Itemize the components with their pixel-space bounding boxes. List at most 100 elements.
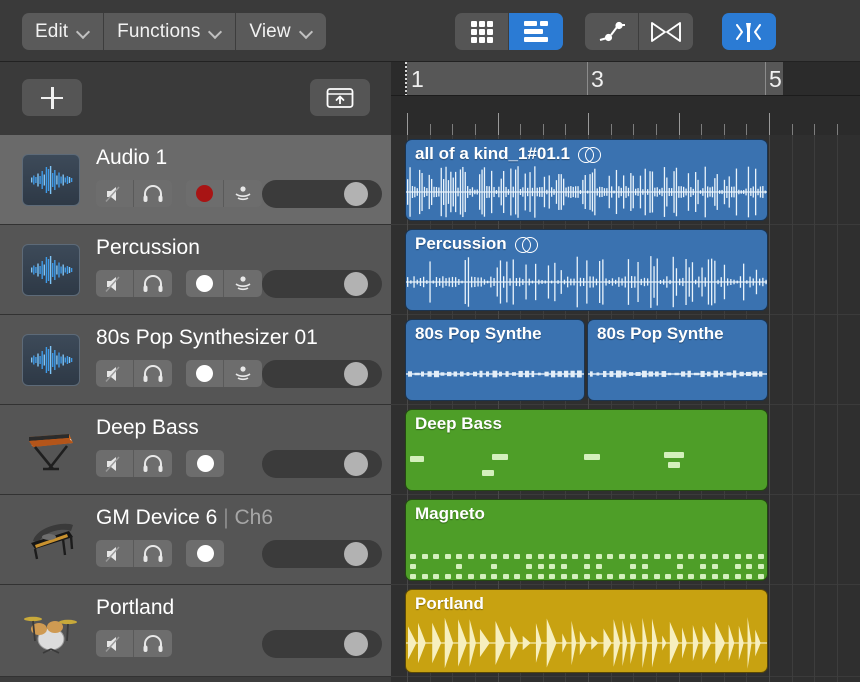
- volume-slider-knob[interactable]: [344, 452, 368, 476]
- track-button-row: [96, 540, 238, 567]
- view-mode-group: [455, 13, 563, 50]
- beat-tick: [520, 124, 521, 135]
- mute-button[interactable]: [96, 540, 134, 567]
- track-name-label[interactable]: Portland: [96, 595, 174, 621]
- drum-kit-icon[interactable]: [22, 604, 80, 656]
- solo-button[interactable]: [134, 360, 172, 387]
- solo-button[interactable]: [134, 180, 172, 207]
- track-name-label[interactable]: Percussion: [96, 235, 200, 261]
- automation-curve-icon: [597, 19, 627, 45]
- track-name-label[interactable]: Audio 1: [96, 145, 167, 171]
- edit-menu-button[interactable]: Edit: [22, 13, 104, 50]
- volume-slider-knob[interactable]: [344, 182, 368, 206]
- region-waveform: [406, 256, 767, 311]
- record-enable-button[interactable]: [186, 360, 224, 387]
- mute-button[interactable]: [96, 450, 134, 477]
- track-header-6[interactable]: Portland: [0, 585, 391, 677]
- region[interactable]: Percussion: [405, 229, 768, 311]
- midi-note: [549, 564, 555, 569]
- midi-note: [538, 574, 544, 579]
- region-title-text: 80s Pop Synthe: [415, 324, 542, 344]
- track-name-label[interactable]: Deep Bass: [96, 415, 199, 441]
- bar-ruler[interactable]: 135: [391, 62, 860, 135]
- synth-keyboard-icon[interactable]: [22, 424, 80, 476]
- track-header-5[interactable]: GM Device 6 | Ch6: [0, 495, 391, 585]
- track-header-4[interactable]: Deep Bass: [0, 405, 391, 495]
- automation-button[interactable]: [585, 13, 639, 50]
- input-monitor-button[interactable]: [224, 360, 262, 387]
- audio-waveform-icon[interactable]: [22, 334, 80, 386]
- record-enable-button[interactable]: [186, 180, 224, 207]
- volume-slider-knob[interactable]: [344, 272, 368, 296]
- track-name-label[interactable]: GM Device 6 | Ch6: [96, 505, 273, 531]
- input-monitor-button[interactable]: [224, 270, 262, 297]
- region-title: all of a kind_1#01.1: [415, 144, 600, 164]
- volume-slider[interactable]: [262, 270, 382, 298]
- volume-slider[interactable]: [262, 540, 382, 568]
- record-icon: [196, 365, 213, 382]
- beat-tick: [475, 124, 476, 135]
- bar-number-5: 5: [769, 64, 782, 94]
- list-view-button[interactable]: [509, 13, 563, 50]
- volume-slider[interactable]: [262, 630, 382, 658]
- functions-menu-button[interactable]: Functions: [104, 13, 236, 50]
- arrange-canvas[interactable]: all of a kind_1#01.1Percussion80s Pop Sy…: [391, 135, 860, 682]
- hide-tracks-button[interactable]: [310, 79, 370, 116]
- region[interactable]: Magneto: [405, 499, 768, 581]
- midi-note: [514, 574, 520, 579]
- volume-slider-knob[interactable]: [344, 542, 368, 566]
- region-waveform: [406, 350, 584, 401]
- mute-solo-group: [96, 630, 172, 657]
- add-track-button[interactable]: [22, 79, 82, 116]
- volume-slider[interactable]: [262, 180, 382, 208]
- flex-time-button[interactable]: [722, 13, 776, 50]
- solo-button[interactable]: [134, 540, 172, 567]
- grand-piano-icon[interactable]: [22, 514, 80, 566]
- beat-tick: [543, 124, 544, 135]
- region[interactable]: all of a kind_1#01.1: [405, 139, 768, 221]
- midi-note: [561, 554, 567, 559]
- view-menu-button[interactable]: View: [236, 13, 325, 50]
- mute-button[interactable]: [96, 180, 134, 207]
- crossfade-button[interactable]: [639, 13, 693, 50]
- mute-button[interactable]: [96, 630, 134, 657]
- record-group: [186, 450, 224, 477]
- region[interactable]: 80s Pop Synthe: [587, 319, 768, 401]
- track-header-1[interactable]: Audio 1: [0, 135, 391, 225]
- volume-slider-knob[interactable]: [344, 362, 368, 386]
- midi-note: [468, 554, 474, 559]
- volume-slider[interactable]: [262, 360, 382, 388]
- solo-button[interactable]: [134, 630, 172, 657]
- midi-note: [758, 554, 764, 559]
- beat-tick: [430, 124, 431, 135]
- midi-note: [596, 564, 602, 569]
- beat-tick: [452, 124, 453, 135]
- input-monitor-button[interactable]: [224, 180, 262, 207]
- beat-tick: [837, 124, 838, 135]
- track-header-2[interactable]: Percussion: [0, 225, 391, 315]
- grid-view-button[interactable]: [455, 13, 509, 50]
- midi-note-layer: [406, 500, 767, 580]
- region[interactable]: 80s Pop Synthe: [405, 319, 585, 401]
- mute-solo-group: [96, 180, 172, 207]
- record-enable-button[interactable]: [186, 270, 224, 297]
- midi-note: [445, 554, 451, 559]
- volume-slider[interactable]: [262, 450, 382, 478]
- audio-waveform-icon[interactable]: [22, 244, 80, 296]
- volume-slider-knob[interactable]: [344, 632, 368, 656]
- track-header-3[interactable]: 80s Pop Synthesizer 01: [0, 315, 391, 405]
- solo-button[interactable]: [134, 270, 172, 297]
- midi-note: [677, 564, 683, 569]
- region[interactable]: Deep Bass: [405, 409, 768, 491]
- mute-button[interactable]: [96, 360, 134, 387]
- beat-tick: [814, 124, 815, 135]
- record-enable-button[interactable]: [186, 540, 224, 567]
- solo-button[interactable]: [134, 450, 172, 477]
- flex-group: [722, 13, 776, 50]
- track-name-label[interactable]: 80s Pop Synthesizer 01: [96, 325, 318, 351]
- audio-waveform-icon[interactable]: [22, 154, 80, 206]
- midi-note: [700, 564, 706, 569]
- region[interactable]: Portland: [405, 589, 768, 673]
- mute-button[interactable]: [96, 270, 134, 297]
- record-enable-button[interactable]: [186, 450, 224, 477]
